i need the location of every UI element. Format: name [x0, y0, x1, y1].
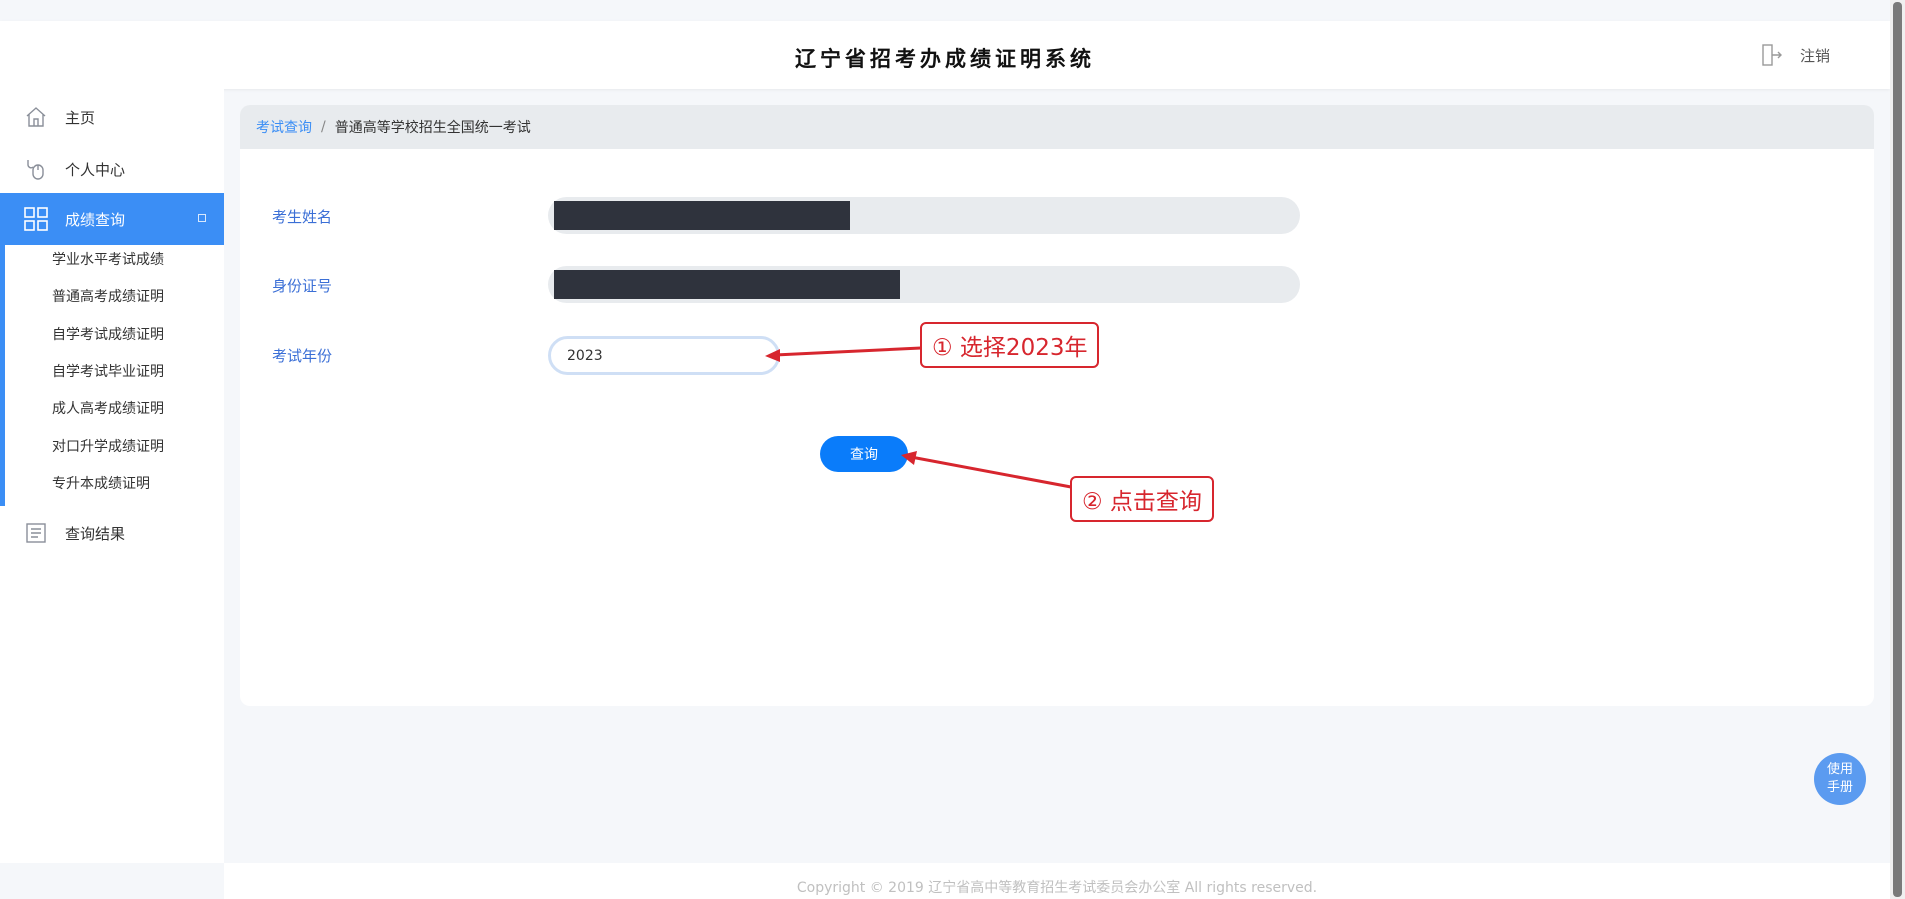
sidebar-item-home[interactable]: 主页: [0, 91, 224, 143]
top-strip: [0, 0, 1890, 21]
breadcrumb-current: 普通高等学校招生全国统一考试: [334, 120, 531, 136]
id-label: 身份证号: [272, 277, 333, 295]
query-card: 考试查询 / 普通高等学校招生全国统一考试 考生姓名 身份证号 考试年份 查询: [240, 105, 1874, 706]
breadcrumb-link[interactable]: 考试查询: [256, 117, 312, 137]
page-title: 辽宁省招考办成绩证明系统: [795, 47, 1095, 71]
redacted-block: [554, 270, 900, 299]
sidebar-item-results[interactable]: 查询结果: [0, 507, 224, 559]
sidebar-item-profile[interactable]: 个人中心: [0, 143, 224, 195]
sidebar-item-score-query[interactable]: 成绩查询: [0, 193, 224, 245]
submenu: 学业水平考试成绩 普通高考成绩证明 自学考试成绩证明 自学考试毕业证明 成人高考…: [0, 244, 224, 506]
name-label: 考生姓名: [272, 208, 333, 226]
user-manual-button[interactable]: 使用 手册: [1814, 753, 1866, 805]
name-field[interactable]: [548, 197, 1300, 234]
breadcrumb: 考试查询 / 普通高等学校招生全国统一考试: [240, 105, 1874, 149]
copyright-text: Copyright © 2019 辽宁省高中等教育招生考试委员会办公室 All …: [796, 880, 1318, 896]
sidebar-item-label: 个人中心: [65, 160, 126, 179]
redacted-block: [554, 201, 850, 230]
submenu-item[interactable]: 对口升学成绩证明: [52, 437, 164, 457]
submenu-item[interactable]: 学业水平考试成绩: [52, 250, 164, 270]
submenu-item[interactable]: 成人高考成绩证明: [52, 399, 164, 419]
home-icon: [23, 104, 49, 130]
annotation-step2: ② 点击查询: [1070, 476, 1214, 522]
manual-label-line1: 使用: [1826, 762, 1853, 777]
sidebar-item-label: 成绩查询: [65, 210, 126, 229]
header: 辽宁省招考办成绩证明系统 注销: [0, 21, 1890, 89]
footer: Copyright © 2019 辽宁省高中等教育招生考试委员会办公室 All …: [224, 863, 1890, 899]
mouse-icon: [23, 156, 49, 182]
sidebar-item-label: 查询结果: [65, 524, 126, 543]
breadcrumb-separator: /: [321, 119, 326, 135]
document-icon: [23, 520, 49, 546]
logout-door-icon: [1762, 44, 1782, 66]
logout-label: 注销: [1799, 46, 1830, 65]
scrollbar-thumb[interactable]: [1893, 2, 1902, 897]
id-number-field[interactable]: [548, 266, 1300, 303]
submenu-item[interactable]: 自学考试成绩证明: [52, 325, 164, 345]
collapse-square-icon: [198, 214, 206, 222]
submenu-item[interactable]: 自学考试毕业证明: [52, 362, 164, 382]
submenu-item[interactable]: 专升本成绩证明: [52, 474, 150, 494]
sidebar: 主页 个人中心 成绩查询 学业水平考试成绩 普通高考成绩证明 自学考试成绩证明 …: [0, 89, 224, 863]
scrollbar[interactable]: [1890, 0, 1905, 899]
logout-button[interactable]: 注销: [1760, 43, 1830, 67]
year-label: 考试年份: [272, 347, 333, 365]
manual-label-line2: 手册: [1826, 780, 1853, 795]
year-input[interactable]: [548, 336, 780, 375]
annotation-step1: ① 选择2023年: [920, 322, 1100, 368]
submenu-item[interactable]: 普通高考成绩证明: [52, 287, 164, 307]
grid-icon: [23, 206, 49, 232]
query-button[interactable]: 查询: [820, 436, 908, 472]
sidebar-item-label: 主页: [65, 108, 96, 127]
